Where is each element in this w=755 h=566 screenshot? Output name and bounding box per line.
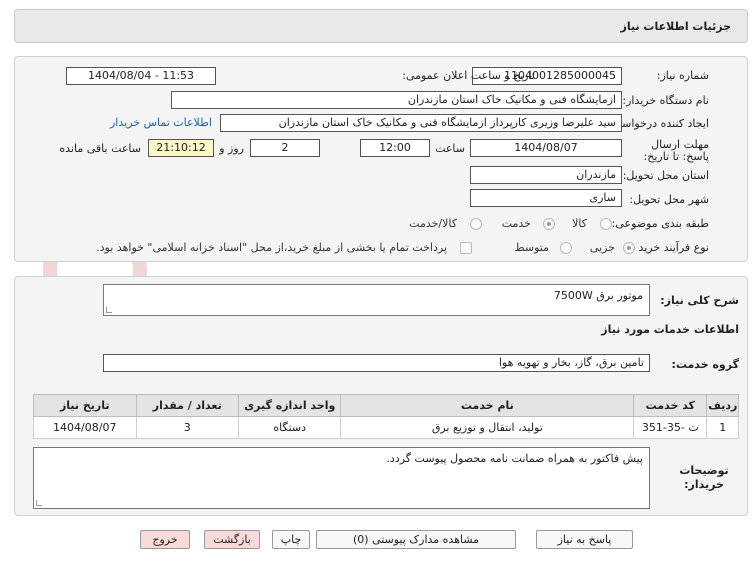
service-group-field: تامین برق، گاز، بخار و تهویه هوا bbox=[103, 354, 650, 372]
payment-checkbox[interactable] bbox=[460, 242, 472, 254]
cell-unit: دستگاه bbox=[237, 416, 342, 439]
services-table: ردیف کد خدمت نام خدمت واحد اندازه گیری ت… bbox=[33, 394, 739, 439]
col-header-service-name: نام خدمت bbox=[340, 394, 635, 417]
contact-buyer-link[interactable]: اطلاعات تماس خریدار bbox=[110, 116, 212, 129]
deadline-date-field: 1404/08/07 bbox=[470, 139, 622, 157]
notes-textarea[interactable]: پیش فاکتور به همراه ضمانت نامه محصول پیو… bbox=[33, 447, 650, 509]
category-label: طبقه بندی موضوعی: bbox=[611, 217, 709, 230]
buyer-org-label: نام دستگاه خریدار: bbox=[622, 94, 709, 107]
page-title: جزئیات اطلاعات نیاز bbox=[620, 20, 732, 33]
remaining-time-field: 21:10:12 bbox=[148, 139, 214, 157]
days-field: 2 bbox=[250, 139, 320, 157]
category-option-goods: کالا bbox=[572, 217, 587, 230]
process-label: نوع فرآیند خرید : bbox=[631, 241, 709, 254]
process-radio-medium[interactable] bbox=[560, 242, 572, 254]
reply-button[interactable]: پاسخ به نیاز bbox=[536, 530, 633, 549]
table-header-row: ردیف کد خدمت نام خدمت واحد اندازه گیری ت… bbox=[33, 394, 739, 417]
announce-label: تاریخ و ساعت اعلان عمومی: bbox=[402, 69, 535, 82]
cell-service-name: تولید، انتقال و توزیع برق bbox=[340, 416, 635, 439]
summary-text: موتور برق 7500W bbox=[553, 289, 643, 302]
services-title: اطلاعات خدمات مورد نیاز bbox=[601, 323, 739, 336]
process-option-medium: متوسط bbox=[514, 241, 549, 254]
time-label: ساعت bbox=[435, 142, 465, 155]
notes-label: توضیحات خریدار: bbox=[679, 464, 729, 491]
city-label: شهر محل تحویل: bbox=[629, 193, 709, 206]
service-group-label: گروه خدمت: bbox=[671, 358, 739, 371]
exit-button[interactable]: خروج bbox=[140, 530, 190, 549]
col-header-unit: واحد اندازه گیری bbox=[237, 394, 342, 417]
deadline-label: مهلت ارسال پاسخ: تا تاریخ: bbox=[643, 138, 709, 163]
province-field: مازندران bbox=[470, 166, 622, 184]
notes-text: پیش فاکتور به همراه ضمانت نامه محصول پیو… bbox=[386, 452, 643, 465]
category-option-service: خدمت bbox=[501, 217, 531, 230]
province-label: استان محل تحویل: bbox=[622, 169, 709, 182]
need-number-label: شماره نیاز: bbox=[656, 69, 709, 82]
table-row: 1 ت -35-351 تولید، انتقال و توزیع برق دس… bbox=[33, 416, 739, 439]
col-header-need-date: تاریخ نیاز bbox=[33, 394, 137, 417]
cell-need-date: 1404/08/07 bbox=[33, 416, 137, 439]
days-label: روز و bbox=[219, 142, 244, 155]
page-header: جزئیات اطلاعات نیاز bbox=[14, 9, 748, 43]
category-radio-goods[interactable] bbox=[600, 218, 612, 230]
attachments-button[interactable]: مشاهده مدارک پیوستی (0) bbox=[316, 530, 516, 549]
announce-field: 1404/08/04 - 11:53 bbox=[66, 67, 216, 85]
requester-field: سید علیرضا وزیری کارپرداز ازمایشگاه فنی … bbox=[220, 114, 622, 132]
summary-label: شرح کلی نیاز: bbox=[660, 294, 739, 307]
remaining-label: ساعت باقی مانده bbox=[59, 142, 141, 155]
col-header-quantity: تعداد / مقدار bbox=[135, 394, 239, 417]
col-header-row-no: ردیف bbox=[706, 394, 739, 417]
resize-grip-icon[interactable] bbox=[36, 500, 42, 506]
payment-note: پرداخت تمام یا بخشی از مبلغ خرید،از محل … bbox=[96, 241, 447, 254]
buyer-org-field: ازمایشگاه فنی و مکانیک خاک استان مازندرا… bbox=[171, 91, 622, 109]
city-field: ساری bbox=[470, 189, 622, 207]
summary-textarea[interactable]: موتور برق 7500W bbox=[103, 284, 650, 316]
cell-service-code: ت -35-351 bbox=[633, 416, 708, 439]
deadline-time-field: 12:00 bbox=[360, 139, 430, 157]
category-radio-service[interactable] bbox=[543, 218, 555, 230]
cell-row-no: 1 bbox=[706, 416, 739, 439]
category-radio-goods-service[interactable] bbox=[470, 218, 482, 230]
requester-label: ایجاد کننده درخواست: bbox=[607, 117, 709, 130]
process-radio-minor[interactable] bbox=[623, 242, 635, 254]
resize-grip-icon[interactable] bbox=[106, 307, 112, 313]
process-option-minor: جزیی bbox=[589, 241, 615, 254]
col-header-service-code: کد خدمت bbox=[633, 394, 708, 417]
category-option-goods-service: کالا/خدمت bbox=[409, 217, 457, 230]
back-button[interactable]: بازگشت bbox=[204, 530, 260, 549]
cell-quantity: 3 bbox=[135, 416, 239, 439]
print-button[interactable]: چاپ bbox=[272, 530, 310, 549]
